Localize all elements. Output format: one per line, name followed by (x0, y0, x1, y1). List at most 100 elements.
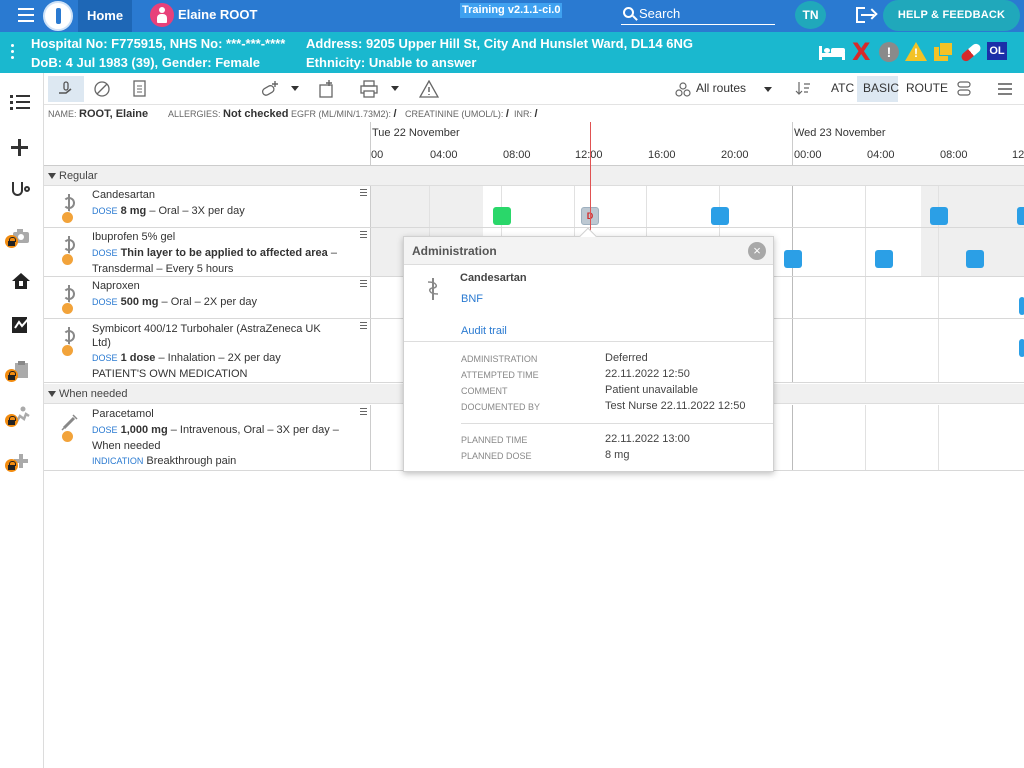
patient-address: Address: 9205 Upper Hill St, City And Hu… (306, 36, 693, 51)
logout-icon[interactable] (856, 7, 878, 23)
basic-view-button[interactable]: BASIC (857, 76, 899, 102)
dose-amount: 8 mg (120, 205, 147, 217)
administration-planned[interactable] (875, 250, 893, 268)
close-icon[interactable]: × (748, 242, 766, 260)
administration-planned[interactable] (784, 250, 802, 268)
administration-planned[interactable] (1019, 297, 1024, 315)
warning-mark: ! (914, 46, 918, 60)
red-x-icon[interactable]: X (852, 40, 872, 64)
routes-select[interactable]: All routes (672, 76, 776, 102)
administration-planned[interactable] (1019, 339, 1024, 357)
administration-given[interactable] (493, 207, 511, 225)
add-medication-button[interactable] (257, 76, 283, 102)
medication-dose: DOSE 8 mg – Oral – 3X per day (92, 203, 362, 219)
search-box[interactable] (621, 4, 775, 25)
atc-view-button[interactable]: ATC (831, 81, 854, 95)
name-key: NAME: (48, 109, 77, 119)
bnf-link[interactable]: BNF (461, 293, 483, 305)
egfr-value: / (393, 108, 397, 120)
detail-value: 22.11.2022 13:00 (605, 433, 690, 445)
add-medication-dropdown-icon[interactable] (291, 86, 299, 91)
activity-icon[interactable] (0, 396, 44, 436)
print-button[interactable] (357, 76, 381, 102)
administration-planned[interactable] (711, 207, 729, 225)
hamburger-icon (998, 83, 1012, 95)
warning-icon[interactable]: ! (905, 42, 927, 62)
home-button[interactable]: Home (78, 0, 132, 32)
dose-amount: Thin layer to be applied to affected are… (120, 247, 328, 259)
administration-view-button[interactable] (48, 76, 84, 102)
row-menu-icon[interactable] (360, 408, 367, 417)
row-menu-icon[interactable] (360, 322, 367, 331)
add-order-button[interactable] (314, 76, 340, 102)
name-value: ROOT, Elaine (79, 108, 149, 120)
add-order-icon (319, 80, 333, 98)
sort-button[interactable] (794, 76, 812, 102)
warnings-button[interactable] (417, 76, 441, 102)
user-avatar[interactable]: TN (795, 1, 826, 29)
detail-value: 22.11.2022 12:50 (605, 368, 690, 380)
document-icon (133, 80, 146, 97)
inr-key: INR: (514, 109, 532, 119)
allergies-value[interactable]: Not checked (223, 108, 288, 120)
patient-hospital-nhs: Hospital No: F775915, NHS No: ***-***-**… (31, 36, 286, 51)
hand-dose-icon (59, 81, 72, 94)
collapse-icon (48, 173, 56, 179)
documents-icon[interactable] (934, 42, 954, 62)
medication-icon (61, 194, 79, 224)
help-feedback-button[interactable]: HELP & FEEDBACK (883, 0, 1020, 31)
search-input[interactable] (639, 4, 769, 22)
ol-badge[interactable]: OL (987, 42, 1007, 60)
hamburger-menu-icon[interactable] (18, 8, 34, 22)
group-regular[interactable]: Regular (44, 166, 1024, 186)
chart-signature-icon[interactable] (0, 306, 44, 346)
row-menu-icon[interactable] (360, 189, 367, 198)
administration-planned[interactable] (930, 207, 948, 225)
time-tick: 00:00 (794, 149, 822, 161)
lock-icon (5, 369, 18, 382)
administration-planned[interactable] (966, 250, 984, 268)
pill-slash-button[interactable] (90, 76, 114, 102)
creatinine-key: CREATININE (UMOL/L): (405, 109, 504, 119)
patient-menu-icon[interactable] (11, 44, 15, 62)
row-menu-icon[interactable] (360, 280, 367, 289)
app-logo-icon[interactable] (43, 1, 73, 31)
bed-icon[interactable] (817, 42, 847, 62)
medication-dose: DOSE 1 dose – Inhalation – 2X per day (92, 350, 362, 366)
administration-planned[interactable] (1017, 207, 1024, 225)
lock-icon (5, 235, 18, 248)
stethoscope-icon[interactable] (0, 172, 44, 212)
training-version-badge: Training v2.1.1-ci.0 (460, 3, 563, 18)
audit-trail-link[interactable]: Audit trail (461, 325, 507, 337)
add-locked-icon[interactable] (0, 441, 44, 481)
more-menu-button[interactable] (996, 76, 1014, 102)
add-icon[interactable] (0, 127, 44, 167)
pill-icon[interactable] (959, 41, 983, 64)
detail-key: ADMINISTRATION (461, 354, 538, 364)
patient-name[interactable]: Elaine ROOT (178, 0, 257, 30)
hospital-home-icon[interactable] (0, 262, 44, 302)
dose-label: DOSE (92, 206, 118, 216)
row-menu-icon[interactable] (360, 231, 367, 240)
schedule-area: D (370, 186, 1024, 227)
sort-icon (795, 82, 810, 95)
patient-avatar-icon (150, 3, 174, 27)
indication-label: INDICATION (92, 456, 144, 466)
top-bar: Home Elaine ROOT Training v2.1.1-ci.0 TN… (0, 0, 1024, 32)
list-icon[interactable] (0, 82, 44, 122)
medication-row[interactable]: D Candesartan DOSE 8 mg – Oral – 3X per … (44, 186, 1024, 228)
popup-drug-name: Candesartan (460, 272, 527, 284)
routes-icon (675, 82, 691, 97)
routes-value: All routes (696, 81, 747, 95)
medication-icon (61, 236, 79, 266)
medication-name: Candesartan (92, 189, 155, 201)
time-tick: 04:00 (430, 149, 458, 161)
route-view-button[interactable]: ROUTE (906, 81, 948, 95)
pharmacy-button[interactable] (953, 76, 975, 102)
document-button[interactable] (128, 76, 152, 102)
print-dropdown-icon[interactable] (391, 86, 399, 91)
camera-icon[interactable] (0, 217, 44, 257)
clipboard-icon[interactable] (0, 351, 44, 391)
warning-triangle-icon (419, 80, 439, 98)
exclamation-icon[interactable]: ! (879, 42, 899, 62)
